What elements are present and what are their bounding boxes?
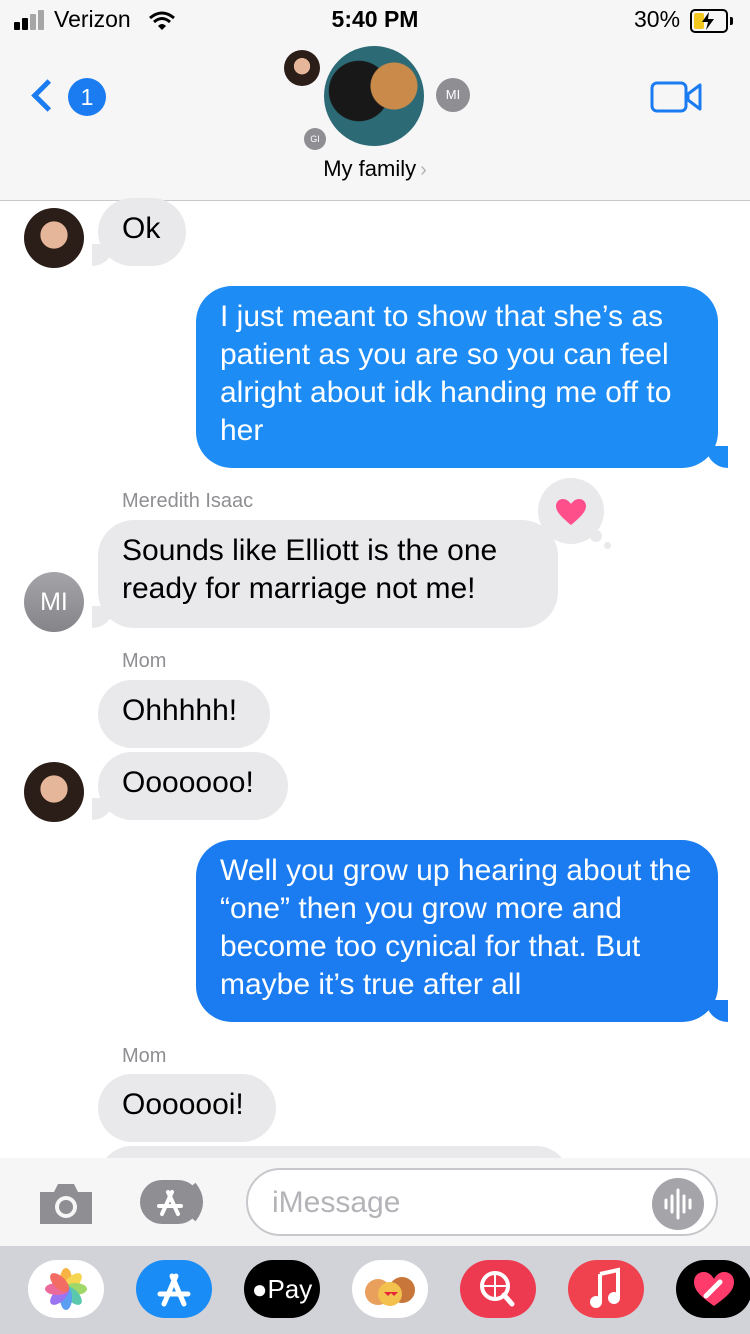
message-bubble-incoming[interactable]: Sounds like Elliott is the one ready for… <box>98 520 558 628</box>
message-bubble-incoming[interactable]: Ooooooo! <box>98 752 288 820</box>
back-button[interactable]: 1 <box>30 78 110 118</box>
apple-logo-icon: ● <box>251 1274 268 1304</box>
memoji-app-icon[interactable] <box>352 1260 428 1318</box>
message-bubble-incoming[interactable]: Ohhhhh! <box>98 680 270 748</box>
group-name-label: My family <box>323 156 417 181</box>
avatar-mom[interactable] <box>24 208 84 268</box>
message-input-placeholder: iMessage <box>272 1186 401 1219</box>
charging-bolt-icon <box>702 12 714 30</box>
pay-label: Pay <box>267 1274 313 1304</box>
message-bubble-incoming[interactable]: Ooooooi! <box>98 1074 276 1142</box>
heart-icon <box>556 499 586 525</box>
member-avatar-small <box>284 50 320 86</box>
group-avatar[interactable] <box>324 46 424 146</box>
sender-name: Mom <box>122 1045 167 1067</box>
message-bubble-outgoing[interactable]: Well you grow up hearing about the “one”… <box>196 840 718 1022</box>
message-bubble-incoming[interactable]: Ok <box>98 198 186 266</box>
tapback-bubble[interactable] <box>538 478 611 549</box>
member-avatar-gi: GI <box>304 128 326 150</box>
sender-name: Meredith Isaac <box>122 490 254 512</box>
audio-message-icon[interactable] <box>652 1178 704 1230</box>
message-bubble-outgoing[interactable]: I just meant to show that she’s as patie… <box>196 286 718 468</box>
sender-name: Mom <box>122 650 167 672</box>
web-search-app-icon[interactable] <box>460 1260 536 1318</box>
chevron-right-icon: › <box>420 159 427 181</box>
member-avatar-mi: MI <box>436 78 470 112</box>
app-store-button[interactable] <box>138 1178 210 1226</box>
unread-badge: 1 <box>68 78 106 116</box>
music-app-icon[interactable] <box>568 1260 644 1318</box>
avatar-mom[interactable] <box>24 762 84 822</box>
camera-icon[interactable] <box>36 1180 96 1226</box>
video-camera-icon[interactable] <box>650 80 702 114</box>
avatar-mi[interactable]: MI <box>24 572 84 632</box>
apple-pay-app-icon[interactable]: ●Pay <box>244 1260 320 1318</box>
back-chevron-icon <box>31 79 64 112</box>
status-bar: Verizon 5:40 PM 30% <box>0 0 750 40</box>
digital-touch-app-icon[interactable] <box>676 1260 750 1318</box>
battery-icon <box>690 9 733 33</box>
app-store-app-icon[interactable] <box>136 1260 212 1318</box>
battery-percent: 30% <box>634 6 681 32</box>
group-name[interactable]: My family › <box>0 156 750 182</box>
message-input[interactable]: iMessage <box>246 1168 718 1236</box>
photos-app-icon[interactable] <box>28 1260 104 1318</box>
